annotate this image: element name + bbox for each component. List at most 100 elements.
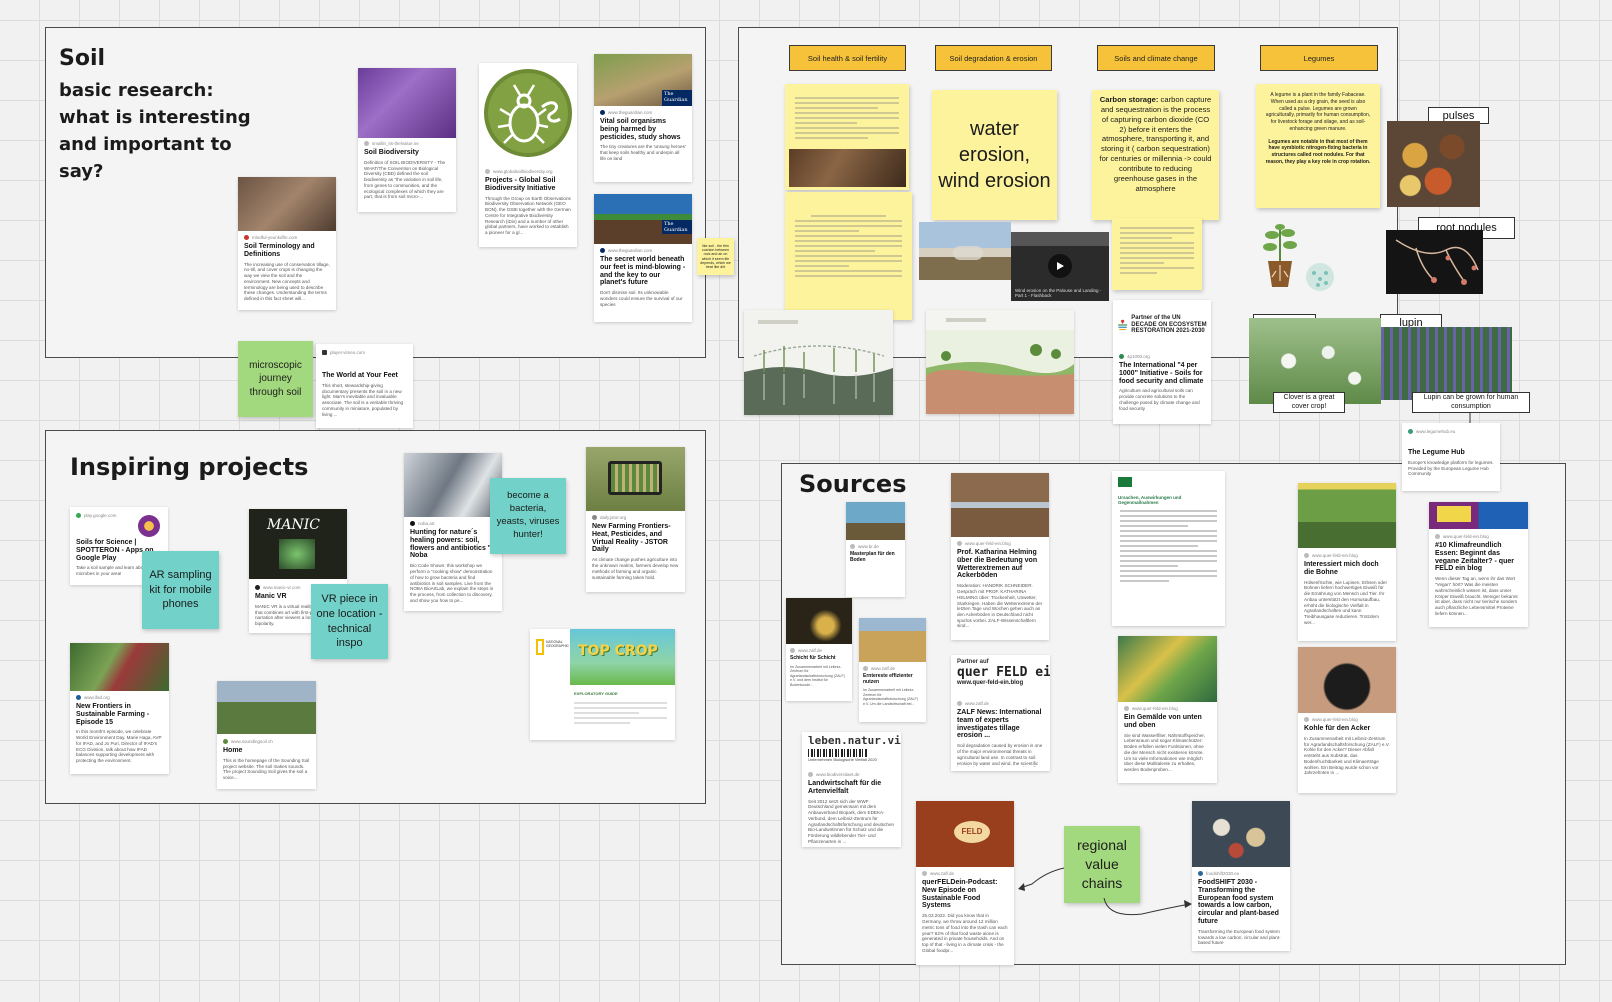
- illustration-legume-plant[interactable]: [1248, 221, 1340, 301]
- card-title: The World at Your Feet: [322, 372, 398, 379]
- photo-pulses[interactable]: [1387, 121, 1480, 207]
- card-desc: Im Zusammenarbeit mit Leibniz-Zentrum fü…: [790, 664, 845, 687]
- card-erntereste[interactable]: www.zalf.de Erntereste effizienter nutze…: [859, 618, 926, 722]
- card-klimafreundlich-essen[interactable]: www.quer-feld-ein.blog #10 Klimafreundli…: [1429, 502, 1528, 627]
- soil-frame-title: Soil: [59, 46, 106, 71]
- card-landwirtschaft-artenvielfalt[interactable]: leben.natur.vielfalt Unternehmen Biologi…: [802, 732, 901, 847]
- card-title: Erntereste effizienter nutzen: [863, 673, 913, 685]
- natgeo-logo: [536, 639, 544, 655]
- sticky-microscopic-journey[interactable]: microscopic journey through soil: [238, 341, 313, 417]
- sticky-carbon-storage[interactable]: Carbon storage: carbon capture and seque…: [1092, 90, 1219, 220]
- card-sounding-soil-home[interactable]: www.soundingsoil.ch Home This is the hom…: [217, 681, 316, 789]
- card-querfeldein-podcast[interactable]: FELD www.zalf.de querFELDein-Podcast: Ne…: [916, 801, 1014, 965]
- card-legume-hub[interactable]: www.legumehub.eu The Legume Hub Europe's…: [1402, 423, 1500, 491]
- card-foodshift-2030[interactable]: foodshift2030.eu FoodSHIFT 2030 - Transf…: [1192, 801, 1290, 951]
- card-noba-hunting[interactable]: noba.art Hunting for nature´s healing po…: [404, 453, 502, 611]
- card-desc: In Zusammenarbeit mit Leibniz-Zentrum fü…: [1304, 735, 1390, 776]
- card-desc: In this month's episode, we celebrate Wo…: [76, 729, 162, 764]
- play-icon[interactable]: [1048, 254, 1072, 278]
- card-desc: Through the Group on Earth Observations …: [485, 195, 571, 236]
- card-title: Schicht für Schicht: [790, 655, 836, 661]
- card-title: Prof. Katharina Helming über die Bedeutu…: [957, 549, 1038, 580]
- restoration-logo-text: Partner of the UN DECADE ON ECOSYSTEM RE…: [1131, 314, 1207, 335]
- sticky-ar-sampling[interactable]: AR sampling kit for mobile phones: [142, 551, 219, 629]
- leben-natur-sub: Unternehmen Biologische Vielfalt 2020: [808, 757, 877, 762]
- photo-root-nodules[interactable]: [1386, 230, 1483, 294]
- label-soil-degradation[interactable]: Soil degradation & erosion: [935, 45, 1052, 71]
- label-legumes[interactable]: Legumes: [1260, 45, 1378, 71]
- diagram-soil-water[interactable]: [744, 310, 893, 415]
- card-title: The Legume Hub: [1408, 449, 1465, 456]
- card-title: #10 Klimafreundlich Essen: Beginnt das v…: [1435, 542, 1514, 573]
- sticky-bacteria-hunter[interactable]: become a bacteria, yeasts, viruses hunte…: [490, 478, 566, 554]
- card-image: The Guardian: [594, 54, 692, 106]
- card-title: Hunting for nature´s healing powers: soi…: [410, 529, 492, 560]
- card-image: MANIC: [249, 509, 347, 579]
- card-image: [217, 681, 316, 734]
- photo-earthworm-soil[interactable]: [789, 149, 906, 187]
- document-erosion-report[interactable]: Ursachen, Auswirkungen und Gegenmaßnahme…: [1112, 471, 1225, 626]
- card-masterplan-boden[interactable]: www.br.de Masterplan für den Boden: [846, 502, 905, 597]
- card-title: Soil Terminology and Definitions: [244, 243, 315, 258]
- card-schicht-fuer-schicht[interactable]: www.zalf.de Schicht für Schicht Im Zusam…: [786, 598, 852, 701]
- photo-wind-erosion-tractor[interactable]: [919, 222, 1011, 280]
- card-top-crop[interactable]: NATIONAL GEOGRAPHIC TOP CROP EXPLORATORY…: [530, 629, 675, 740]
- card-desc: Hülsenfrüchte, wie Lupinen, Erbsen oder …: [1304, 579, 1387, 625]
- card-desc: Moderation: HANDRIK SCHNEIDER. Gespräch …: [957, 583, 1043, 629]
- video-wind-erosion[interactable]: Wind erosion on the Palouse and Landing …: [1011, 232, 1109, 301]
- card-desc: Bio Code Shown: this workshop we perform…: [410, 563, 494, 603]
- card-desc: This is the homepage of the Sounding Soi…: [223, 757, 310, 781]
- card-soil-terminology[interactable]: mindful-yeunkdfm.com Soil Terminology an…: [238, 177, 336, 310]
- card-global-soil-biodiversity[interactable]: www.globalsoilbiodiversity.org Projects …: [479, 63, 577, 247]
- card-title: ZALF News: International team of experts…: [957, 709, 1042, 740]
- card-secret-world[interactable]: The Guardian www.theguardian.com The sec…: [594, 194, 692, 322]
- card-desc: Soil degradation caused by erosion is on…: [957, 743, 1044, 767]
- label-lupin-note[interactable]: Lupin can be grown for human consumption: [1412, 392, 1530, 413]
- guardian-logo: The Guardian: [662, 90, 692, 106]
- photo-lupin[interactable]: [1381, 327, 1512, 400]
- card-prof-helming[interactable]: www.quer-feld-ein.blog Prof. Katharina H…: [951, 473, 1049, 640]
- card-title: Kohle für den Acker: [1304, 725, 1371, 732]
- video-caption: Wind erosion on the Palouse and Landing …: [1015, 288, 1102, 298]
- soil-frame-subtitle: basic research: what is interesting and …: [59, 80, 251, 182]
- top-crop-subtitle: EXPLORATORY GUIDE: [574, 691, 618, 696]
- card-title: FoodSHIFT 2030 - Transforming the Europe…: [1198, 879, 1279, 926]
- sticky-legumes[interactable]: A legume is a plant in the family Fabace…: [1256, 84, 1380, 208]
- leben-natur-text: leben.natur.vielfalt: [808, 734, 901, 747]
- barcode-icon: [808, 749, 868, 757]
- card-new-farming-frontiers[interactable]: daily.jstor.org New Farming Frontiers-He…: [586, 447, 685, 592]
- card-4-per-1000-initiative[interactable]: Partner of the UN DECADE ON ECOSYSTEM RE…: [1113, 300, 1211, 424]
- card-image: [586, 447, 685, 511]
- card-world-at-your-feet[interactable]: player.vimeo.com The World at Your Feet …: [316, 344, 413, 428]
- top-crop-title: TOP CROP: [578, 643, 658, 659]
- card-zalf-tillage[interactable]: Partner auf quer FELD ein www.quer-feld-…: [951, 655, 1050, 771]
- leben-natur-logo: leben.natur.vielfalt Unternehmen Biologi…: [802, 732, 901, 768]
- sticky-vr-piece[interactable]: VR piece in one location - technical ins…: [311, 584, 388, 659]
- sticky-erosion[interactable]: water erosion, wind erosion: [932, 90, 1057, 220]
- card-vital-soil-organisms[interactable]: The Guardian www.theguardian.com Vital s…: [594, 54, 692, 182]
- sticky-note-tiny[interactable]: like soil - the thin cushion between roc…: [697, 238, 734, 275]
- card-new-frontiers-sustainable[interactable]: www.ifad.org New Frontiers in Sustainabl…: [70, 643, 169, 774]
- diagram-erosion-landscape[interactable]: [926, 310, 1074, 414]
- card-soil-biodiversity[interactable]: smallin_its-thelvalue.ne Soil Biodiversi…: [358, 68, 456, 212]
- card-desc: Im Zusammenarbeit mit Leibniz-Zentrum fü…: [863, 688, 918, 706]
- card-desc: The tiny creatures are the 'unsung heroe…: [600, 144, 686, 161]
- card-kohle-acker[interactable]: www.quer-feld-ein.blog Kohle für den Ack…: [1298, 647, 1396, 793]
- card-interessiert-bohne[interactable]: www.quer-feld-ein.blog Interessiert mich…: [1298, 483, 1396, 641]
- card-image: [1192, 801, 1290, 867]
- card-title: The secret world beneath our feet is min…: [600, 256, 686, 287]
- label-clover-note[interactable]: Clover is a great cover crop!: [1273, 392, 1345, 413]
- sticky-no-till-farming[interactable]: [1112, 218, 1202, 290]
- card-desc: Europe's knowledge platform for legumes.…: [1408, 459, 1494, 477]
- restoration-icon: [1118, 319, 1128, 331]
- sticky-soil-health-notes-2[interactable]: [785, 192, 912, 320]
- card-desc: 25.03.2022. Did you know that in Germany…: [922, 913, 1008, 953]
- label-soil-health[interactable]: Soil health & soil fertility: [789, 45, 906, 71]
- card-desc: Definition of SOIL BIODIVERSITY - The WH…: [364, 159, 446, 200]
- card-desc: As climate change pushes agriculture int…: [592, 557, 679, 580]
- label-soil-climate[interactable]: Soils and climate change: [1097, 45, 1215, 71]
- zalf-logo: [1118, 477, 1132, 487]
- quer-feld-logo-text: quer FELD ein: [957, 665, 1050, 680]
- card-image: [358, 68, 456, 138]
- card-gemaelde[interactable]: www.quer-feld-ein.blog Ein Gemälde von u…: [1118, 636, 1217, 783]
